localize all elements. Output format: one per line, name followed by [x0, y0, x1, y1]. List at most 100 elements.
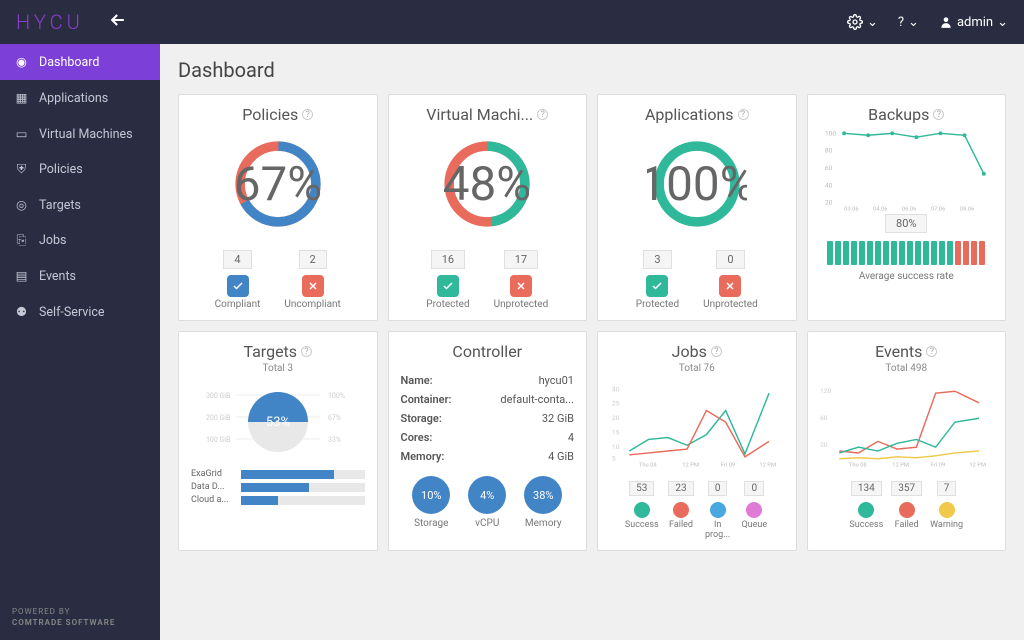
svg-text:300 GiB: 300 GiB — [206, 392, 230, 400]
legend-item: 23Failed — [667, 476, 696, 530]
svg-text:30: 30 — [612, 385, 620, 393]
settings-menu[interactable]: ⌄ — [847, 14, 878, 30]
svg-text:12 PM: 12 PM — [969, 462, 986, 468]
nav-applications[interactable]: ▦ Applications — [0, 80, 160, 116]
help-icon[interactable]: ? — [711, 346, 722, 357]
nav-self-service[interactable]: ⚉Self-Service — [0, 294, 160, 330]
svg-text:06.06: 06.06 — [901, 206, 915, 212]
metric-bubble: 38%Memory — [524, 476, 562, 529]
nav-label: Virtual Machines — [39, 127, 133, 142]
card-targets[interactable]: Targets? Total 3 300 GiB200 GiB100 GiB 1… — [178, 331, 378, 551]
svg-text:40: 40 — [824, 181, 832, 189]
card-apps[interactable]: Applications? 100% 3Protected 0Unprotect… — [597, 94, 797, 321]
controller-row: Container:default-conta... — [401, 390, 575, 409]
card-backups[interactable]: Backups? 10080604020 03.0604.0606.0607.0… — [807, 94, 1007, 321]
metric-bubble: 10%Storage — [412, 476, 450, 529]
nav-icon: ◎ — [14, 197, 29, 213]
svg-text:04.06: 04.06 — [873, 206, 887, 212]
shield-x-icon — [510, 275, 532, 297]
legend-item: 134Success — [849, 476, 883, 530]
nav-jobs[interactable]: ⎘ Jobs — [0, 223, 160, 258]
nav-label: Dashboard — [39, 55, 99, 70]
help-icon[interactable]: ? — [926, 346, 937, 357]
target-bar: Data D... — [191, 482, 365, 492]
target-bar: ExaGrid — [191, 469, 365, 479]
controller-row: Name:hycu01 — [401, 371, 575, 390]
success-bars — [827, 241, 985, 265]
svg-text:Fri 09: Fri 09 — [721, 462, 735, 468]
user-menu[interactable]: admin ⌄ — [939, 15, 1008, 30]
svg-text:25: 25 — [612, 400, 620, 408]
nav-icon: ▤ — [14, 268, 29, 284]
nav-dashboard[interactable]: ◉Dashboard — [0, 44, 160, 80]
help-menu[interactable]: ? ⌄ — [898, 15, 919, 30]
jobs-chart: 30252015105 Thu 0812 PMFri 0912 PM — [610, 380, 784, 470]
nav-icon: ⚉ — [14, 304, 29, 320]
svg-text:200 GiB: 200 GiB — [206, 414, 230, 422]
controller-row: Memory:4 GiB — [401, 447, 575, 466]
nav-icon: ▦ — [14, 90, 29, 106]
help-icon[interactable]: ? — [302, 109, 313, 120]
help-icon[interactable]: ? — [738, 109, 749, 120]
svg-text:20: 20 — [612, 414, 620, 422]
help-icon[interactable]: ? — [933, 109, 944, 120]
card-title: Backups — [868, 105, 929, 124]
legend-item: 7Warning — [930, 476, 963, 530]
card-title: Policies — [242, 105, 298, 124]
svg-text:60: 60 — [820, 414, 828, 422]
svg-text:12 PM: 12 PM — [759, 462, 776, 468]
svg-text:67%: 67% — [234, 156, 322, 212]
svg-text:10: 10 — [612, 443, 620, 451]
targets-gauge: 300 GiB200 GiB100 GiB 100%67%33% 53% — [198, 380, 358, 460]
page-title: Dashboard — [178, 58, 1006, 82]
svg-text:100%: 100% — [328, 392, 345, 400]
nav-label: Events — [39, 269, 76, 284]
svg-text:08.06: 08.06 — [959, 206, 973, 212]
card-policies[interactable]: Policies? 67% 4Compliant 2Uncompliant — [178, 94, 378, 321]
target-bar: Cloud a... — [191, 495, 365, 505]
help-icon[interactable]: ? — [537, 109, 548, 120]
card-title: Virtual Machi... — [426, 105, 533, 124]
card-controller[interactable]: Controller Name:hycu01Container:default-… — [388, 331, 588, 551]
back-button[interactable] — [108, 10, 128, 35]
nav-icon: ▭ — [14, 126, 29, 142]
shield-check-icon — [437, 275, 459, 297]
svg-text:53%: 53% — [266, 415, 290, 430]
chevron-down-icon: ⌄ — [997, 15, 1008, 30]
svg-text:48%: 48% — [443, 156, 531, 212]
nav-events[interactable]: ▤ Events — [0, 258, 160, 294]
nav-icon: ⎘ — [14, 233, 29, 248]
svg-text:Thu 08: Thu 08 — [848, 462, 866, 468]
nav-label: Applications — [39, 91, 108, 106]
compliant-count: 4 — [223, 250, 251, 269]
card-vms[interactable]: Virtual Machi...? 48% 16Protected 17Unpr… — [388, 94, 588, 321]
legend-item: 0Queue — [740, 476, 769, 530]
card-jobs[interactable]: Jobs? Total 76 30252015105 Thu 0812 PMFr… — [597, 331, 797, 551]
svg-text:33%: 33% — [328, 436, 341, 444]
svg-text:07.06: 07.06 — [930, 206, 944, 212]
svg-text:15: 15 — [612, 429, 620, 437]
card-events[interactable]: Events? Total 498 1206020 Thu 0812 PMFri… — [807, 331, 1007, 551]
nav-virtual-machines[interactable]: ▭ Virtual Machines — [0, 116, 160, 152]
svg-text:80: 80 — [824, 147, 832, 155]
nav-label: Policies — [39, 162, 83, 177]
nav-label: Jobs — [39, 233, 67, 248]
svg-text:100: 100 — [824, 129, 836, 137]
backups-chart: 10080604020 03.0604.0606.0607.0608.06 — [820, 124, 994, 214]
powered-by: POWERED BY COMTRADE SOFTWARE — [0, 594, 160, 640]
card-title: Applications — [645, 105, 734, 124]
nav-label: Targets — [39, 198, 81, 213]
svg-text:67%: 67% — [328, 414, 341, 422]
help-icon[interactable]: ? — [301, 346, 312, 357]
controller-row: Storage:32 GiB — [401, 409, 575, 428]
card-title: Jobs — [672, 342, 707, 361]
shield-check-icon — [646, 275, 668, 297]
legend-item: 0In prog... — [703, 476, 732, 540]
brand-logo: HYCU — [16, 10, 84, 34]
nav-targets[interactable]: ◎ Targets — [0, 187, 160, 223]
card-title: Events — [875, 342, 922, 361]
nav-policies[interactable]: ⛨Policies — [0, 152, 160, 187]
card-title: Targets — [243, 342, 297, 361]
svg-text:60: 60 — [824, 164, 832, 172]
svg-text:12 PM: 12 PM — [892, 462, 909, 468]
